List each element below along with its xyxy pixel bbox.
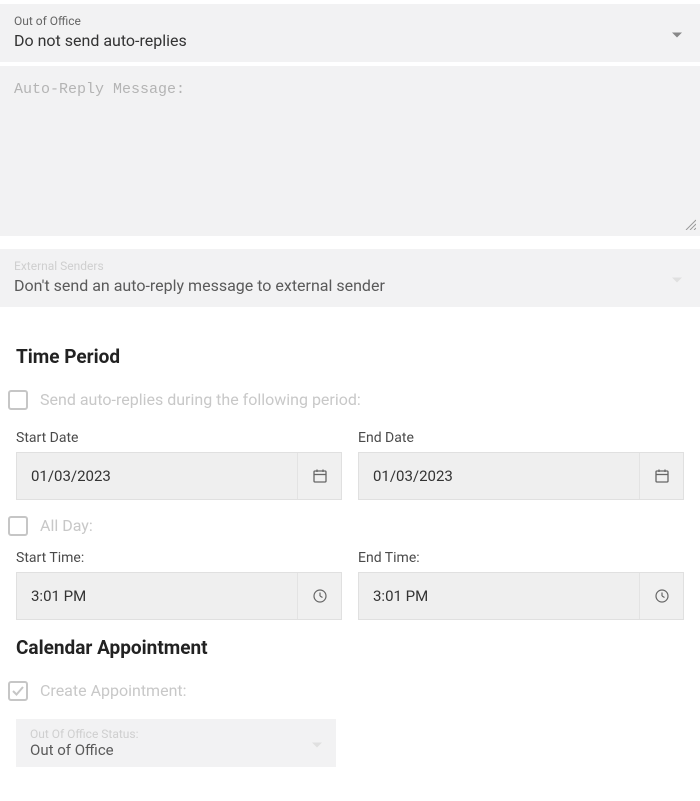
start-time-label: Start Time: [16, 550, 342, 566]
calendar-appointment-title: Calendar Appointment [16, 636, 684, 659]
calendar-icon[interactable] [297, 453, 341, 499]
all-day-label: All Day: [40, 516, 93, 535]
chevron-down-icon [672, 23, 682, 42]
end-time-input[interactable]: 3:01 PM [358, 572, 684, 620]
ooo-status-value: Out of Office [30, 741, 322, 759]
ooo-status-label: Out Of Office Status: [30, 727, 322, 741]
start-time-value: 3:01 PM [17, 573, 297, 619]
clock-icon[interactable] [297, 573, 341, 619]
send-during-period-label: Send auto-replies during the following p… [40, 390, 361, 409]
external-senders-dropdown: External Senders Don't send an auto-repl… [0, 248, 700, 307]
external-senders-label: External Senders [14, 259, 686, 275]
start-time-input[interactable]: 3:01 PM [16, 572, 342, 620]
chevron-down-icon [672, 268, 682, 287]
external-senders-value: Don't send an auto-reply message to exte… [14, 275, 686, 297]
clock-icon[interactable] [639, 573, 683, 619]
calendar-icon[interactable] [639, 453, 683, 499]
create-appointment-checkbox[interactable] [8, 681, 28, 701]
create-appointment-label: Create Appointment: [40, 681, 187, 700]
end-time-label: End Time: [358, 550, 684, 566]
out-of-office-status-dropdown[interactable]: Out Of Office Status: Out of Office [16, 719, 336, 767]
resize-grip-icon [684, 215, 696, 234]
out-of-office-value: Do not send auto-replies [14, 30, 686, 52]
auto-reply-placeholder: Auto-Reply Message: [14, 81, 185, 98]
time-period-title: Time Period [16, 345, 684, 368]
chevron-down-icon [312, 733, 322, 752]
start-date-label: Start Date [16, 430, 342, 446]
out-of-office-dropdown[interactable]: Out of Office Do not send auto-replies [0, 4, 700, 62]
all-day-checkbox[interactable] [8, 516, 28, 536]
start-date-value: 01/03/2023 [17, 453, 297, 499]
start-date-input[interactable]: 01/03/2023 [16, 452, 342, 500]
auto-reply-textarea[interactable]: Auto-Reply Message: [0, 66, 700, 236]
out-of-office-label: Out of Office [14, 14, 686, 30]
end-date-label: End Date [358, 430, 684, 446]
send-during-period-checkbox[interactable] [8, 390, 28, 410]
end-date-input[interactable]: 01/03/2023 [358, 452, 684, 500]
end-time-value: 3:01 PM [359, 573, 639, 619]
end-date-value: 01/03/2023 [359, 453, 639, 499]
